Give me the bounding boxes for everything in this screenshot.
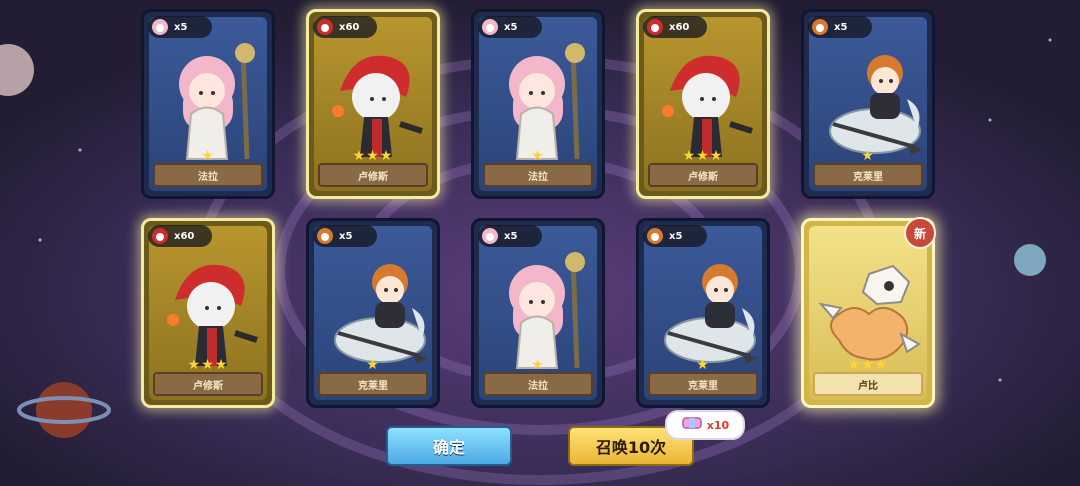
card-name-ribbon: 法拉 bbox=[483, 163, 593, 187]
card-name: 克莱里 bbox=[358, 380, 388, 392]
character-mini-icon bbox=[645, 226, 665, 246]
card-stars: ★ bbox=[531, 357, 545, 373]
card-artwork-panel: ★ 克莱里 bbox=[314, 226, 432, 400]
card-count-pill: x5 bbox=[478, 16, 542, 38]
card-name: 卢修斯 bbox=[358, 171, 388, 183]
card-count-pill: x60 bbox=[148, 225, 212, 247]
card-count-pill: x5 bbox=[148, 16, 212, 38]
summon-card[interactable]: ★★★ 卢修斯 x60 bbox=[306, 9, 440, 199]
card-stars: ★★★ bbox=[187, 357, 229, 373]
card-count-pill: x60 bbox=[643, 16, 707, 38]
card-artwork-panel: ★★★ 卢修斯 bbox=[314, 17, 432, 191]
summon-card[interactable]: ★★★ 卢比 新 bbox=[801, 217, 936, 408]
card-name: 法拉 bbox=[198, 171, 218, 183]
character-mini-icon bbox=[480, 17, 500, 37]
card-name: 法拉 bbox=[528, 380, 548, 392]
character-mini-icon bbox=[810, 17, 830, 37]
new-badge: 新 bbox=[904, 217, 936, 249]
card-count: x60 bbox=[174, 230, 195, 242]
card-name-ribbon: 卢修斯 bbox=[648, 163, 758, 187]
card-artwork-panel: ★★★ 卢修斯 bbox=[149, 226, 267, 400]
card-count: x5 bbox=[669, 230, 683, 242]
card-stars: ★ bbox=[696, 357, 710, 373]
card-artwork-panel: ★ 克莱里 bbox=[809, 17, 927, 191]
card-artwork-panel: ★ 法拉 bbox=[479, 226, 597, 400]
summon-card[interactable]: ★★★ 卢修斯 x60 bbox=[141, 218, 275, 408]
card-name: 法拉 bbox=[528, 171, 548, 183]
card-name: 卢修斯 bbox=[688, 171, 718, 183]
confirm-button[interactable]: 确定 bbox=[386, 426, 512, 466]
card-stars: ★★★ bbox=[352, 148, 394, 164]
card-count: x60 bbox=[669, 21, 690, 33]
summon-card[interactable]: ★ 法拉 x5 bbox=[471, 9, 605, 199]
card-name-ribbon: 克莱里 bbox=[648, 372, 758, 396]
card-artwork-panel: ★★★ 卢修斯 bbox=[644, 17, 762, 191]
summon-card[interactable]: ★ 克莱里 x5 bbox=[306, 218, 440, 408]
card-artwork-panel: ★ 法拉 bbox=[149, 17, 267, 191]
card-count-pill: x5 bbox=[478, 225, 542, 247]
card-stars: ★ bbox=[201, 148, 215, 164]
summon-card[interactable]: ★ 克莱里 x5 bbox=[801, 9, 935, 199]
card-count: x5 bbox=[834, 21, 848, 33]
card-name-ribbon: 卢修斯 bbox=[153, 372, 263, 396]
card-name-ribbon: 法拉 bbox=[483, 372, 593, 396]
card-name: 克莱里 bbox=[688, 380, 718, 392]
card-count-pill: x60 bbox=[313, 16, 377, 38]
card-count-pill: x5 bbox=[643, 225, 707, 247]
card-artwork-panel: ★ 克莱里 bbox=[644, 226, 762, 400]
card-count: x5 bbox=[504, 21, 518, 33]
card-name: 卢修斯 bbox=[193, 380, 223, 392]
planet-right bbox=[1014, 244, 1046, 276]
ticket-icon bbox=[681, 415, 703, 435]
card-stars: ★★★ bbox=[682, 148, 724, 164]
card-stars: ★★★ bbox=[847, 357, 889, 373]
card-count: x5 bbox=[174, 21, 188, 33]
character-mini-icon bbox=[645, 17, 665, 37]
summon-card[interactable]: ★ 克莱里 x5 bbox=[636, 218, 770, 408]
card-name-ribbon: 克莱里 bbox=[318, 372, 428, 396]
summon-cost-amount: x10 bbox=[706, 418, 730, 432]
card-name-ribbon: 卢修斯 bbox=[318, 163, 428, 187]
character-mini-icon bbox=[315, 17, 335, 37]
character-mini-icon bbox=[150, 17, 170, 37]
character-mini-icon bbox=[480, 226, 500, 246]
summon-card[interactable]: ★ 法拉 x5 bbox=[141, 9, 275, 199]
card-artwork-panel: ★ 法拉 bbox=[479, 17, 597, 191]
card-stars: ★ bbox=[531, 148, 545, 164]
character-mini-icon bbox=[315, 226, 335, 246]
card-count: x5 bbox=[504, 230, 518, 242]
card-name-ribbon: 卢比 bbox=[813, 372, 923, 396]
card-name: 克莱里 bbox=[853, 171, 883, 183]
card-artwork-panel: ★★★ 卢比 bbox=[809, 226, 927, 400]
summon-card[interactable]: ★ 法拉 x5 bbox=[471, 218, 605, 408]
card-name-ribbon: 法拉 bbox=[153, 163, 263, 187]
card-count-pill: x5 bbox=[808, 16, 872, 38]
summon-card[interactable]: ★★★ 卢修斯 x60 bbox=[636, 9, 770, 199]
card-count-pill: x5 bbox=[313, 225, 377, 247]
card-stars: ★ bbox=[861, 148, 875, 164]
card-name-ribbon: 克莱里 bbox=[813, 163, 923, 187]
summon-cost-bubble: x10 bbox=[665, 410, 745, 440]
character-mini-icon bbox=[150, 226, 170, 246]
card-stars: ★ bbox=[366, 357, 380, 373]
card-count: x5 bbox=[339, 230, 353, 242]
card-name: 卢比 bbox=[858, 380, 878, 392]
card-count: x60 bbox=[339, 21, 360, 33]
